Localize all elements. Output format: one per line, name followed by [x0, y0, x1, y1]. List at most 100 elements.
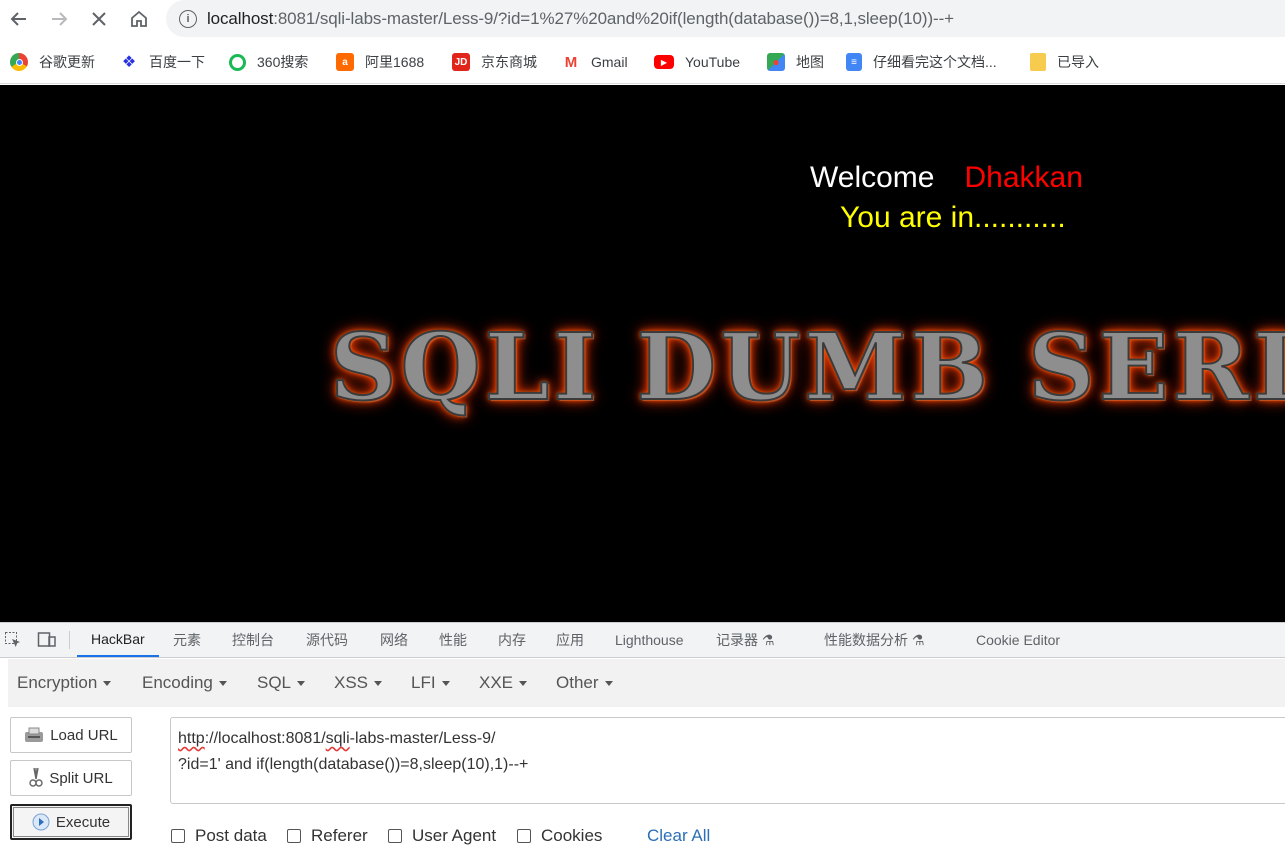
- toolbar-divider: [69, 631, 70, 649]
- address-bar[interactable]: i localhost:8081/sqli-labs-master/Less-9…: [166, 0, 1285, 37]
- menu-label: XXE: [479, 673, 514, 692]
- stop-loading-button[interactable]: [84, 4, 114, 34]
- bookmark-gmail[interactable]: M Gmail: [562, 51, 628, 73]
- menu-label: Encryption: [17, 673, 98, 692]
- home-icon: [131, 10, 147, 27]
- button-label: Execute: [55, 813, 111, 831]
- login-status-text: You are in...........: [840, 201, 1066, 234]
- play-icon: [32, 813, 50, 831]
- menu-label: XSS: [334, 673, 369, 692]
- url-spellcheck-word: sqli: [325, 730, 350, 747]
- device-toolbar-button[interactable]: [37, 631, 57, 649]
- site-info-icon[interactable]: i: [179, 9, 197, 28]
- maps-icon: ●: [767, 53, 785, 71]
- bookmark-label: 阿里1688: [365, 54, 425, 70]
- tab-cookie-editor[interactable]: Cookie Editor: [976, 623, 1060, 657]
- checkbox-box[interactable]: [388, 829, 402, 843]
- inspect-cursor-icon: [5, 632, 20, 647]
- load-url-icon: [24, 727, 44, 743]
- menu-xxe[interactable]: XXE: [479, 673, 528, 693]
- split-url-button[interactable]: Split URL: [10, 760, 132, 796]
- tab-hackbar[interactable]: HackBar: [77, 623, 159, 657]
- baidu-paw-icon: ❖: [121, 54, 137, 71]
- clear-all-link[interactable]: Clear All: [647, 826, 710, 846]
- devtools-tab-bar: HackBar 元素 控制台 源代码 网络 性能 内存 应用 Lighthous…: [0, 623, 1285, 658]
- arrow-right-icon: [52, 12, 68, 26]
- checkbox-box[interactable]: [287, 829, 301, 843]
- tab-recorder[interactable]: 记录器 ⚗: [716, 623, 774, 657]
- scissors-icon: [29, 767, 44, 789]
- bookmark-label: 地图: [796, 54, 824, 70]
- tab-lighthouse[interactable]: Lighthouse: [615, 623, 684, 657]
- bookmark-label: YouTube: [685, 54, 741, 70]
- menu-lfi[interactable]: LFI: [411, 673, 450, 693]
- back-button[interactable]: [4, 4, 34, 34]
- bookmark-label: 京东商城: [481, 54, 537, 70]
- menu-encryption[interactable]: Encryption: [17, 673, 112, 693]
- checkbox-box[interactable]: [517, 829, 531, 843]
- post-data-checkbox[interactable]: Post data: [171, 826, 267, 846]
- button-label: Load URL: [50, 726, 118, 744]
- devtools-panel: HackBar 元素 控制台 源代码 网络 性能 内存 应用 Lighthous…: [0, 622, 1285, 863]
- load-url-button[interactable]: Load URL: [10, 717, 132, 753]
- bookmark-label: 百度一下: [149, 54, 205, 70]
- url-line-2: ?id=1' and if(length(database())=8,sleep…: [178, 756, 529, 773]
- hackbar-url-textarea[interactable]: http://localhost:8081/sqli-labs-master/L…: [170, 717, 1285, 804]
- ali1688-icon: a: [336, 53, 354, 71]
- 360-search-icon: [229, 53, 246, 71]
- forward-button[interactable]: [44, 4, 74, 34]
- menu-xss[interactable]: XSS: [334, 673, 383, 693]
- bookmark-ali1688[interactable]: a 阿里1688: [336, 51, 424, 73]
- chrome-icon: [10, 53, 28, 71]
- bookmark-chrome-update[interactable]: 谷歌更新: [10, 51, 95, 73]
- button-label: Split URL: [49, 769, 113, 787]
- tab-application[interactable]: 应用: [556, 623, 584, 657]
- tab-console[interactable]: 控制台: [232, 623, 274, 657]
- inspect-element-button[interactable]: [3, 631, 23, 649]
- bookmark-jd[interactable]: JD 京东商城: [452, 51, 537, 73]
- tab-elements[interactable]: 元素: [173, 623, 201, 657]
- youtube-icon: ▶: [654, 55, 674, 69]
- tab-performance-insights[interactable]: 性能数据分析 ⚗: [824, 623, 924, 657]
- menu-other[interactable]: Other: [556, 673, 613, 693]
- bookmarks-bar: 谷歌更新 ❖ 百度一下 360搜索 a 阿里1688 JD 京东商城 M Gma…: [0, 40, 1285, 84]
- menu-encoding[interactable]: Encoding: [142, 673, 227, 693]
- device-mode-icon: [37, 632, 56, 647]
- user-name: Dhakkan: [964, 161, 1083, 194]
- url-path-part: -labs-master/Less-9/: [349, 730, 496, 747]
- gmail-icon: M: [564, 53, 578, 71]
- home-button[interactable]: [124, 4, 154, 34]
- bookmark-360-search[interactable]: 360搜索: [229, 51, 308, 73]
- caret-down-icon: [441, 680, 450, 686]
- menu-sql[interactable]: SQL: [257, 673, 306, 693]
- cookies-checkbox[interactable]: Cookies: [517, 826, 602, 846]
- caret-down-icon: [103, 680, 112, 686]
- user-agent-checkbox[interactable]: User Agent: [388, 826, 496, 846]
- checkbox-label: Cookies: [541, 826, 603, 845]
- tab-network[interactable]: 网络: [380, 623, 408, 657]
- checkbox-label: Post data: [195, 826, 267, 845]
- caret-down-icon: [604, 680, 613, 686]
- checkbox-label: Referer: [311, 826, 368, 845]
- caret-down-icon: [218, 680, 227, 686]
- bookmark-label: 谷歌更新: [39, 54, 95, 70]
- bookmark-youtube[interactable]: ▶ YouTube: [654, 51, 740, 73]
- sqli-banner-logo: SQLI DUMB SERIES: [329, 312, 1285, 422]
- execute-button[interactable]: Execute: [10, 804, 132, 840]
- url-scheme: http: [178, 730, 205, 747]
- tab-memory[interactable]: 内存: [498, 623, 526, 657]
- bookmark-baidu[interactable]: ❖ 百度一下: [120, 51, 205, 73]
- jd-icon: JD: [452, 53, 470, 71]
- arrow-left-icon: [10, 12, 26, 26]
- tab-sources[interactable]: 源代码: [306, 623, 348, 657]
- welcome-line: Welcome Dhakkan: [810, 161, 1083, 195]
- bookmark-folder-imported[interactable]: 已导入: [1030, 51, 1099, 73]
- welcome-text: Welcome: [810, 161, 935, 194]
- tab-performance[interactable]: 性能: [439, 623, 467, 657]
- referer-checkbox[interactable]: Referer: [287, 826, 368, 846]
- bookmark-document[interactable]: ≡ 仔细看完这个文档...: [846, 51, 997, 73]
- bookmark-maps[interactable]: ● 地图: [767, 51, 824, 73]
- checkbox-box[interactable]: [171, 829, 185, 843]
- close-icon: [92, 12, 106, 26]
- menu-label: Other: [556, 673, 599, 692]
